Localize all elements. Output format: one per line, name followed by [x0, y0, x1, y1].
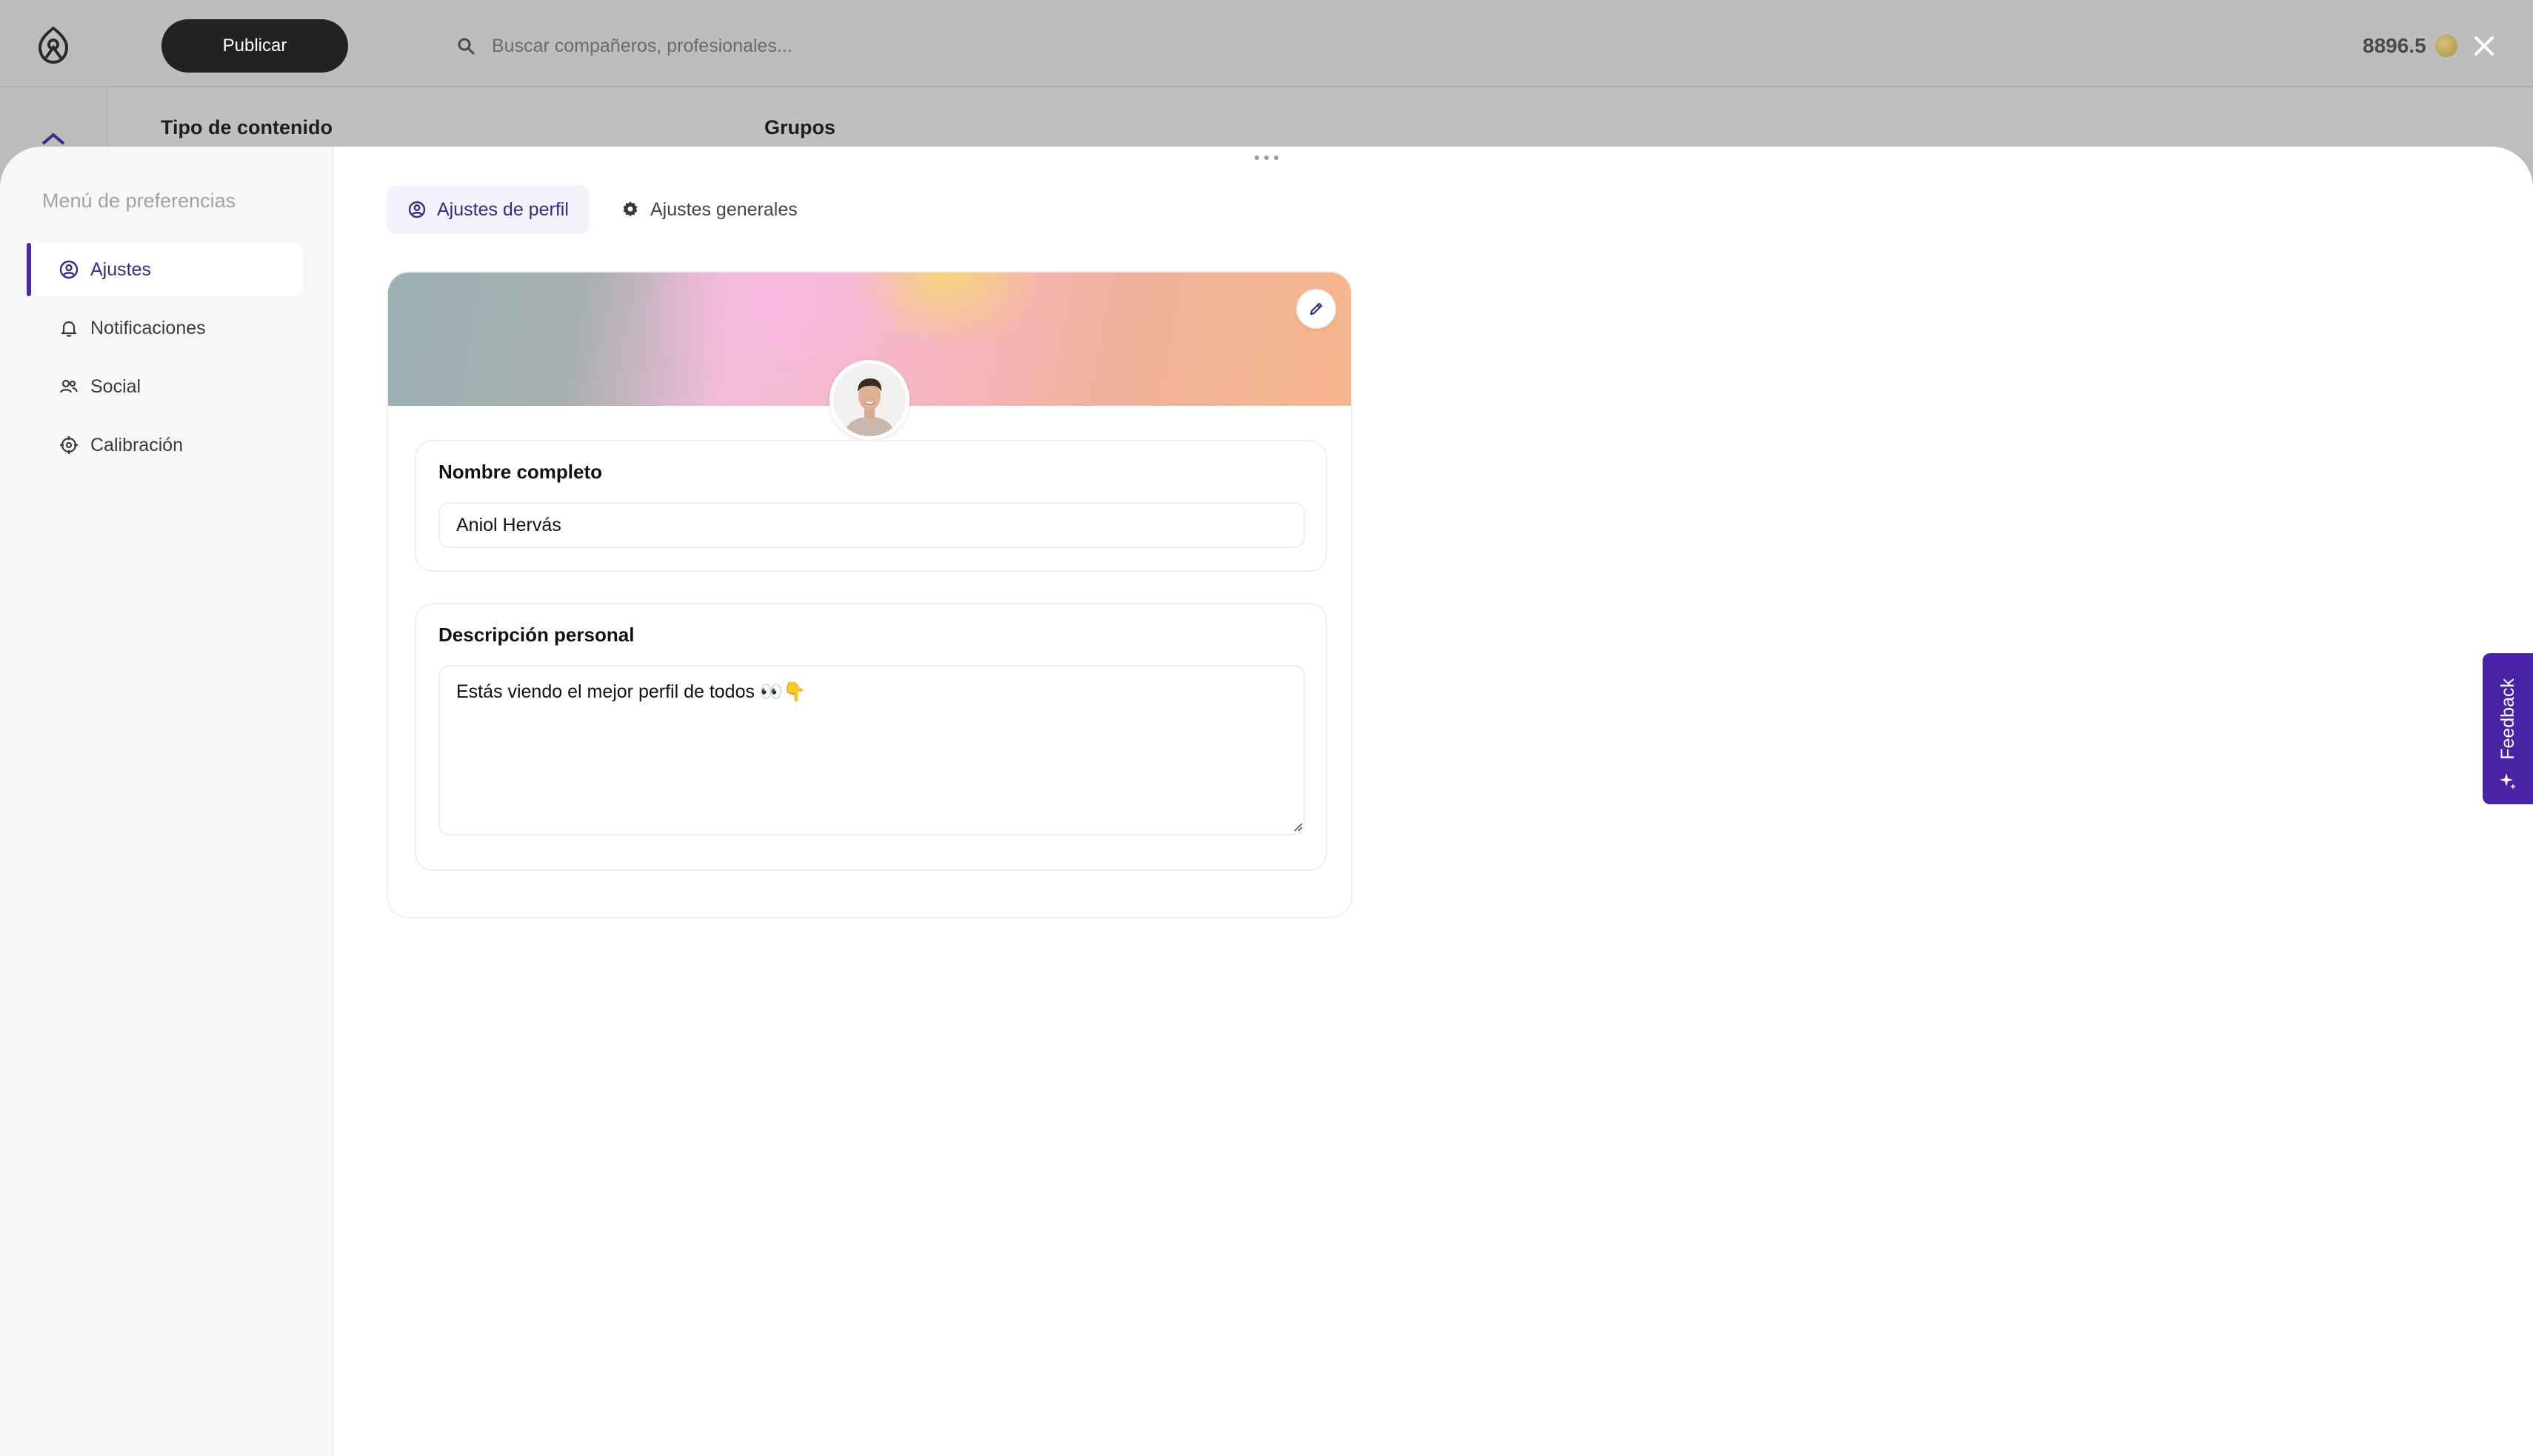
background-filter-panel: [107, 87, 2533, 154]
sparkle-icon: [2500, 773, 2516, 789]
user-circle-icon: [59, 260, 79, 279]
profile-card: Nombre completo Descripción personal Est…: [387, 271, 1352, 918]
search-icon: [458, 38, 475, 55]
feedback-button[interactable]: Feedback: [2483, 653, 2533, 804]
tab-profile-settings[interactable]: Ajustes de perfil: [387, 185, 590, 234]
coins-balance: 8896.5: [2363, 25, 2457, 67]
target-icon: [60, 436, 78, 454]
tab-general-settings[interactable]: Ajustes generales: [600, 185, 818, 234]
description-textarea[interactable]: Estás viendo el mejor perfil de todos 👀👇: [438, 665, 1305, 835]
search-input[interactable]: [492, 35, 2274, 57]
pencil-icon: [1309, 302, 1323, 315]
sidebar-item-label: Notificaciones: [90, 317, 206, 338]
sidebar-item-label: Social: [90, 375, 141, 397]
app-logo-icon[interactable]: [36, 25, 71, 65]
full-name-label: Nombre completo: [438, 461, 603, 483]
avatar-photo-icon: [833, 364, 906, 436]
preferences-sheet: Menú de preferencias Ajustes Notificacio…: [0, 147, 2533, 1456]
publish-button[interactable]: Publicar: [161, 19, 348, 73]
avatar[interactable]: [830, 360, 910, 440]
bell-icon: [61, 321, 77, 337]
groups-label: Grupos: [764, 116, 836, 138]
sidebar-item-label: Calibración: [90, 434, 184, 455]
tab-label: Ajustes generales: [650, 198, 798, 220]
close-icon: [2474, 36, 2494, 56]
users-icon: [59, 379, 79, 393]
coins-value: 8896.5: [2363, 34, 2426, 57]
top-bar: Publicar 8896.5: [0, 0, 2533, 87]
sidebar-item-ajustes[interactable]: Ajustes: [27, 243, 304, 296]
gear-icon: [623, 201, 638, 217]
full-name-input[interactable]: [438, 502, 1305, 548]
sidebar-item-label: Ajustes: [90, 258, 151, 280]
drag-handle[interactable]: [1255, 156, 1278, 161]
content-type-label: Tipo de contenido: [161, 116, 333, 138]
sidebar-item-calibracion[interactable]: Calibración: [27, 418, 304, 472]
preferences-title: Menú de preferencias: [42, 190, 236, 212]
feedback-label: Feedback: [2497, 678, 2518, 760]
full-name-section: Nombre completo: [415, 440, 1327, 572]
close-button[interactable]: [2468, 30, 2500, 62]
sidebar-item-social[interactable]: Social: [27, 360, 304, 413]
description-section: Descripción personal Estás viendo el mej…: [415, 603, 1327, 871]
preferences-sidebar: Menú de preferencias Ajustes Notificacio…: [0, 147, 333, 1456]
coin-icon: [2434, 35, 2457, 57]
search-bar[interactable]: [437, 19, 2274, 73]
sidebar-item-notificaciones[interactable]: Notificaciones: [27, 301, 304, 355]
edit-cover-button[interactable]: [1296, 289, 1336, 329]
resize-handle-icon[interactable]: [1292, 821, 1304, 832]
user-circle-icon: [408, 201, 426, 218]
description-label: Descripción personal: [438, 624, 635, 646]
tab-label: Ajustes de perfil: [437, 198, 569, 220]
